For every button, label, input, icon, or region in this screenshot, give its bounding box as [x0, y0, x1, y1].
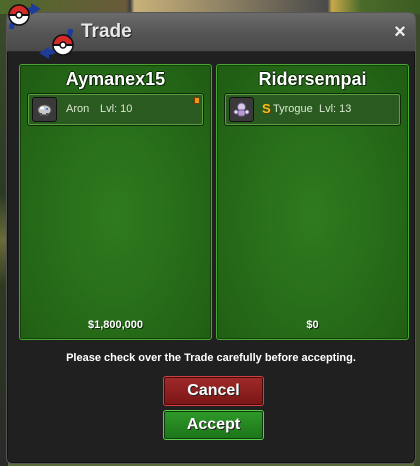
left-pokemon-slot[interactable]: Aron Lvl: 10	[27, 93, 204, 126]
shiny-badge: S	[262, 101, 271, 116]
left-trade-panel: Aymanex15 Aron Lvl: 10 $1,800,000	[19, 64, 212, 340]
aron-icon	[32, 97, 57, 122]
pokemon-name: Tyrogue	[273, 103, 313, 115]
trade-window: Trade × Aymanex15 Aron Lvl: 10 $1,800,00…	[6, 3, 416, 464]
pokemon-level: Lvl: 13	[319, 103, 352, 115]
pokemon-name: Aron	[66, 103, 90, 115]
tyrogue-icon	[229, 97, 254, 122]
right-player-name: Ridersempai	[258, 69, 367, 89]
trade-notice: Please check over the Trade carefully be…	[66, 352, 356, 364]
right-trade-panel: Ridersempai S Tyrogue Lvl: 13 $0	[216, 64, 409, 340]
held-item-icon	[194, 97, 200, 104]
left-money-offer: $1,800,000	[87, 319, 144, 331]
accept-button[interactable]: Accept	[163, 410, 264, 440]
pokemon-level: Lvl: 10	[100, 103, 133, 115]
left-player-name: Aymanex15	[65, 69, 166, 89]
right-pokemon-slot[interactable]: S Tyrogue Lvl: 13	[224, 93, 401, 126]
close-button[interactable]: ×	[389, 21, 411, 43]
cancel-button[interactable]: Cancel	[163, 376, 264, 406]
right-money-offer: $0	[306, 319, 319, 331]
window-title: Trade	[81, 21, 132, 42]
trade-logo-icon	[8, 3, 74, 59]
